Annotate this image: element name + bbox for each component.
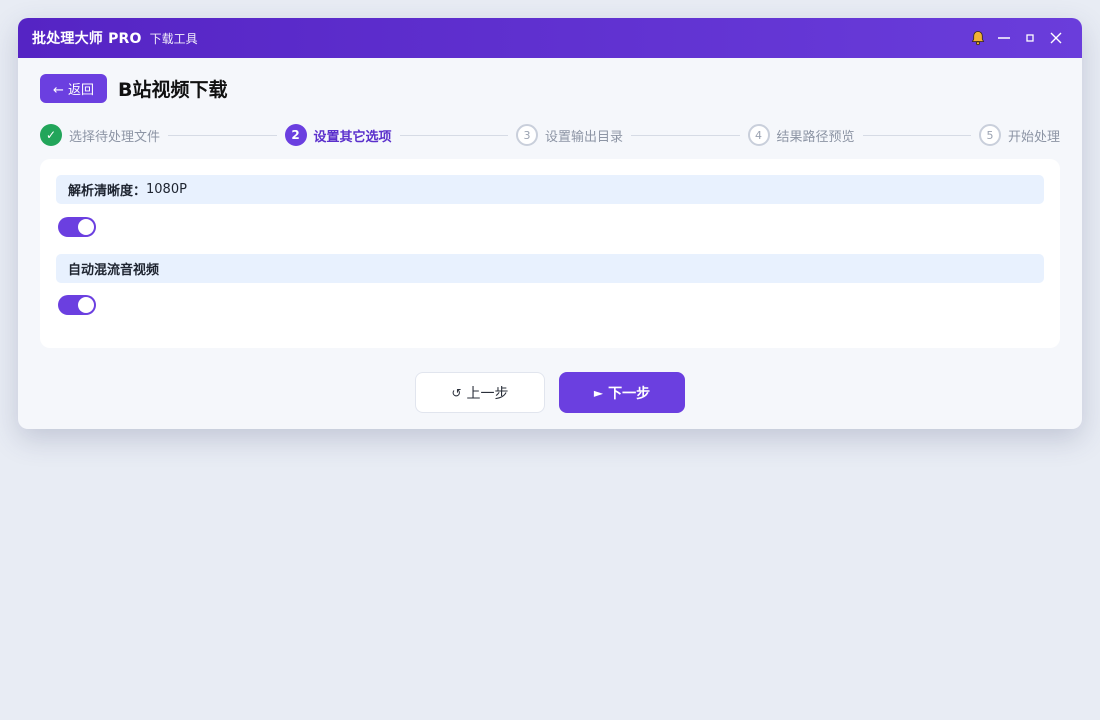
maximize-icon[interactable]: [1018, 26, 1042, 50]
step-label: 设置其它选项: [313, 129, 392, 145]
bell-icon[interactable]: [966, 26, 990, 50]
step-connector: [399, 134, 508, 136]
step-number: 3: [516, 124, 538, 146]
page-header: ← 返回 B站视频下载: [40, 74, 228, 103]
option-auto-mux-header: 自动混流音视频: [56, 254, 1044, 283]
minimize-icon[interactable]: [992, 26, 1016, 50]
play-icon: ►: [593, 385, 604, 400]
previous-step-label: 上一步: [466, 385, 509, 402]
stepper: ✓ 选择待处理文件 2 设置其它选项 3 设置输出目录 4 结果路径预览 5 开…: [40, 123, 1060, 147]
previous-step-button[interactable]: ↺ 上一步: [415, 372, 545, 413]
app-window: 批处理大师 PRO 下载工具 ← 返回 B站视频下载 ✓ 选择待处理文件 2 设…: [18, 18, 1082, 429]
title-bar: 批处理大师 PRO 下载工具: [18, 18, 1082, 58]
check-icon: ✓: [40, 124, 62, 146]
step-other-options[interactable]: 2 设置其它选项: [284, 124, 392, 146]
step-select-files[interactable]: ✓ 选择待处理文件: [40, 124, 160, 146]
auto-mux-toggle[interactable]: [58, 295, 96, 315]
next-step-button[interactable]: ► 下一步: [559, 372, 685, 413]
options-card: 解析清晰度： 1080P 自动混流音视频: [40, 159, 1060, 348]
step-number: 2: [284, 124, 307, 146]
back-button[interactable]: ← 返回: [40, 74, 108, 103]
step-number: 4: [747, 124, 770, 146]
close-icon[interactable]: [1044, 26, 1068, 50]
toggle-knob: [78, 297, 94, 313]
next-step-label: 下一步: [608, 385, 651, 402]
step-label: 结果路径预览: [776, 129, 855, 145]
page-title: B站视频下载: [118, 79, 228, 101]
app-title: 批处理大师 PRO: [32, 31, 142, 47]
step-output-dir[interactable]: 3 设置输出目录: [516, 124, 623, 146]
undo-icon: ↺: [451, 385, 462, 400]
step-connector: [862, 134, 971, 136]
option-value: 1080P: [146, 182, 187, 197]
step-connector: [168, 134, 277, 136]
option-resolution-header: 解析清晰度： 1080P: [56, 175, 1044, 204]
option-label: 自动混流音视频: [68, 263, 160, 278]
step-label: 设置输出目录: [545, 129, 624, 145]
step-label: 选择待处理文件: [69, 129, 161, 145]
option-label: 解析清晰度：: [68, 184, 147, 199]
app-subtitle: 下载工具: [149, 31, 198, 46]
step-connector: [631, 134, 740, 136]
resolution-toggle[interactable]: [58, 217, 96, 237]
toggle-knob: [78, 219, 94, 235]
step-label: 开始处理: [1008, 129, 1061, 145]
step-number: 5: [979, 124, 1001, 146]
step-start-processing[interactable]: 5 开始处理: [979, 124, 1060, 146]
step-result-preview[interactable]: 4 结果路径预览: [747, 124, 855, 146]
